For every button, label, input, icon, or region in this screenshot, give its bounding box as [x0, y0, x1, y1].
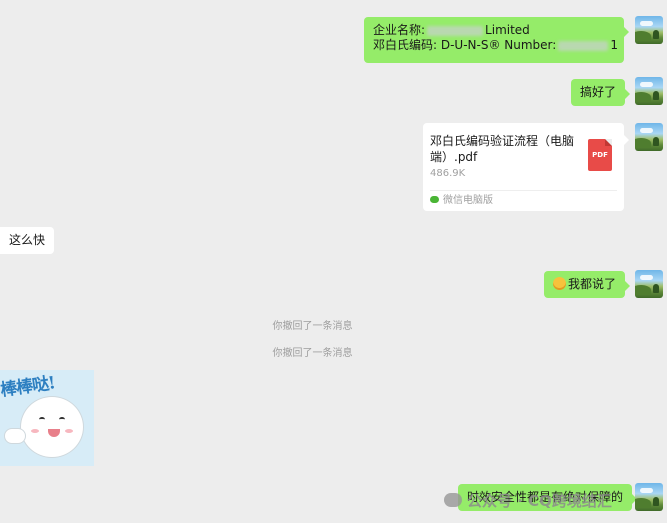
- company-name-line: 企业名称: Limited: [373, 23, 615, 38]
- message-bubble-told-you[interactable]: 我都说了: [544, 271, 631, 298]
- file-message-card[interactable]: 邓白氏编码验证流程（电脑端）.pdf 486.9K PDF 微信电脑版: [423, 123, 629, 211]
- duns-label: 邓白氏编码: D-U-N-S® Number:: [373, 38, 557, 52]
- my-avatar[interactable]: [635, 123, 663, 151]
- sticker-hand: [4, 428, 26, 444]
- duns-number-line: 邓白氏编码: D-U-N-S® Number: 1: [373, 38, 618, 53]
- message-bubble-company-info[interactable]: 企业名称: Limited 邓白氏编码: D-U-N-S® Number: 1: [364, 17, 629, 63]
- watermark: 公众号 · CQ跨境结汇: [444, 490, 612, 511]
- watermark-text: 公众号 · CQ跨境结汇: [467, 492, 612, 510]
- file-name: 邓白氏编码验证流程（电脑端）.pdf: [430, 134, 575, 164]
- pdf-icon-label: PDF: [592, 151, 608, 159]
- file-source: 微信电脑版: [430, 190, 617, 211]
- recall-notice: 你撤回了一条消息: [272, 321, 353, 332]
- wechat-watermark-icon: [444, 492, 462, 507]
- grin-emoji-icon: [553, 277, 566, 290]
- sticker-face: [20, 396, 84, 458]
- pdf-file-icon: PDF: [588, 139, 612, 171]
- my-avatar[interactable]: [635, 483, 663, 511]
- duns-suffix: 1: [610, 38, 618, 52]
- recall-notice: 你撤回了一条消息: [272, 348, 353, 359]
- wechat-icon: [430, 195, 439, 203]
- message-bubble-done[interactable]: 搞好了: [571, 79, 631, 106]
- my-avatar[interactable]: [635, 270, 663, 298]
- company-name-suffix: Limited: [485, 23, 530, 37]
- redacted-duns-number: [558, 40, 609, 51]
- sticker-message[interactable]: 棒棒哒!: [0, 370, 94, 466]
- redacted-company-name: [427, 25, 484, 36]
- message-bubble-so-fast[interactable]: 这么快: [0, 227, 55, 254]
- file-size: 486.9K: [430, 168, 466, 179]
- company-name-label: 企业名称:: [373, 23, 426, 37]
- my-avatar[interactable]: [635, 16, 663, 44]
- message-text: 我都说了: [568, 277, 617, 291]
- my-avatar[interactable]: [635, 77, 663, 105]
- file-source-label: 微信电脑版: [443, 195, 493, 206]
